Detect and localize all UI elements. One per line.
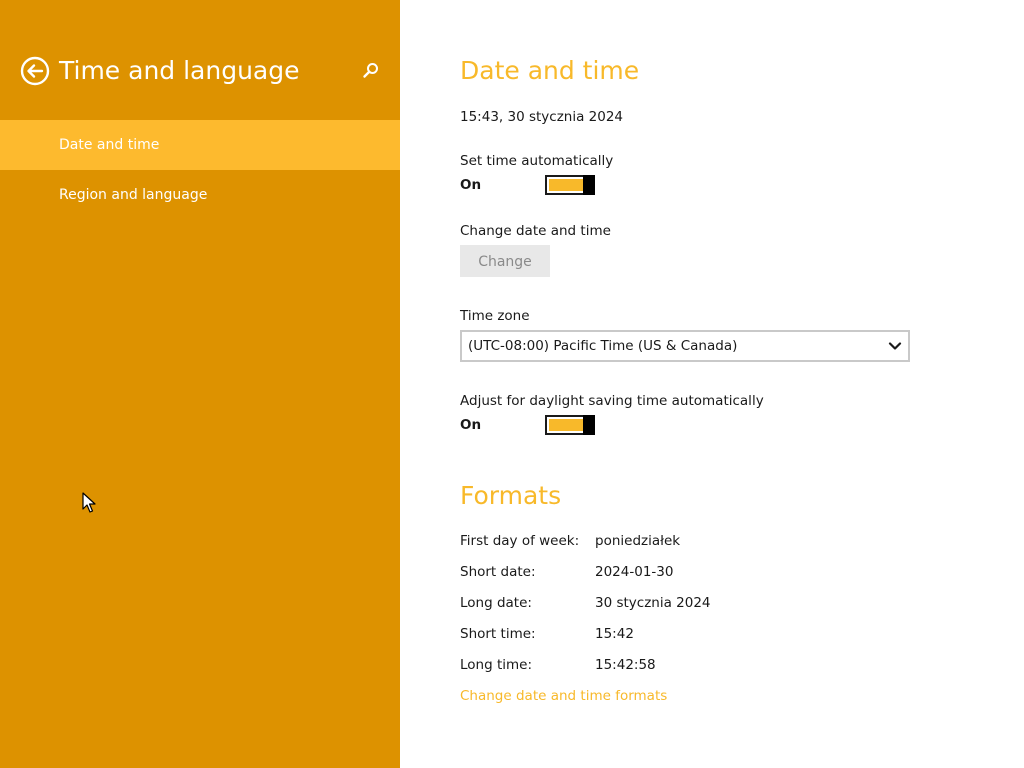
daylight-saving-label: Adjust for daylight saving time automati… — [460, 393, 764, 409]
sidebar-item-label: Date and time — [59, 137, 160, 153]
toggle-thumb — [583, 415, 595, 435]
time-zone-label: Time zone — [460, 308, 530, 324]
date-and-time-heading: Date and time — [460, 56, 640, 85]
format-value-short-time: 15:42 — [595, 626, 634, 642]
time-zone-dropdown[interactable]: (UTC-08:00) Pacific Time (US & Canada) — [460, 330, 910, 362]
back-arrow-icon — [20, 56, 50, 86]
current-date-time: 15:43, 30 stycznia 2024 — [460, 109, 624, 125]
toggle-thumb — [583, 175, 595, 195]
chevron-down-icon — [888, 342, 902, 350]
mouse-pointer-icon — [82, 492, 96, 513]
back-button[interactable] — [20, 56, 50, 86]
main-panel: Date and time 15:43, 30 stycznia 2024 Se… — [400, 0, 1024, 768]
format-value-first-day: poniedziałek — [595, 533, 681, 549]
format-label-short-date: Short date: — [460, 564, 536, 580]
formats-heading: Formats — [460, 481, 562, 510]
page-title: Time and language — [59, 56, 300, 85]
sidebar-item-label: Region and language — [59, 187, 208, 203]
time-zone-value: (UTC-08:00) Pacific Time (US & Canada) — [468, 338, 738, 354]
format-label-first-day: First day of week: — [460, 533, 580, 549]
daylight-saving-toggle[interactable] — [545, 415, 595, 435]
format-label-short-time: Short time: — [460, 626, 536, 642]
format-value-short-date: 2024-01-30 — [595, 564, 674, 580]
sidebar-item-date-and-time[interactable]: Date and time — [0, 120, 400, 170]
toggle-fill — [549, 179, 583, 191]
format-label-long-time: Long time: — [460, 657, 533, 673]
change-button[interactable]: Change — [460, 245, 550, 277]
set-time-automatically-label: Set time automatically — [460, 153, 614, 169]
format-value-long-time: 15:42:58 — [595, 657, 656, 673]
change-date-time-label: Change date and time — [460, 223, 611, 239]
format-value-long-date: 30 stycznia 2024 — [595, 595, 711, 611]
sidebar: Time and language Date and time Region a… — [0, 0, 400, 768]
toggle-fill — [549, 419, 583, 431]
change-formats-link[interactable]: Change date and time formats — [460, 687, 667, 705]
sidebar-item-region-and-language[interactable]: Region and language — [0, 170, 400, 220]
format-label-long-date: Long date: — [460, 595, 532, 611]
set-time-automatically-toggle[interactable] — [545, 175, 595, 195]
search-icon — [363, 63, 378, 78]
search-button[interactable] — [360, 60, 382, 82]
set-time-automatically-state: On — [460, 177, 482, 193]
daylight-saving-state: On — [460, 417, 482, 433]
